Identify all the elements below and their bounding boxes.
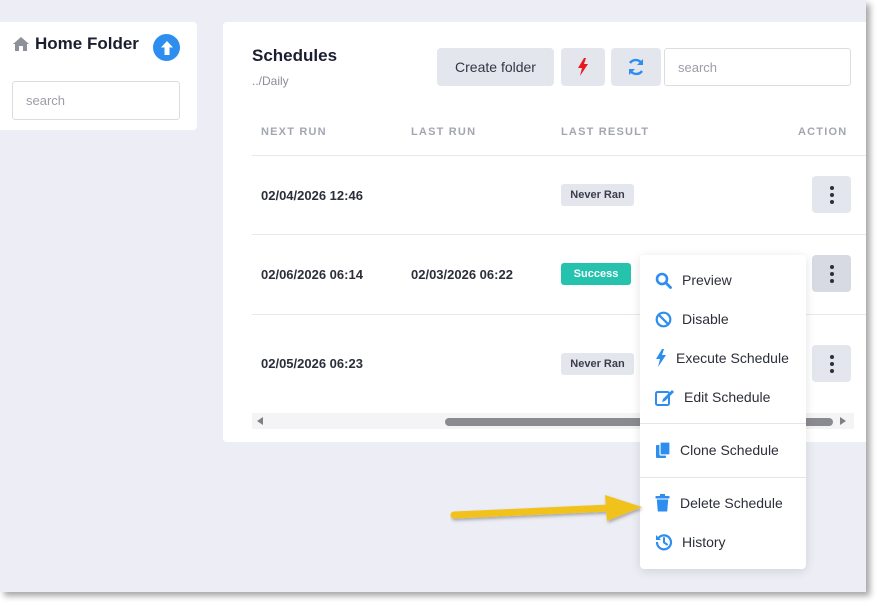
kebab-dot — [829, 354, 834, 359]
row-actions-menu: Preview Disable Execute Schedule Edit Sc… — [640, 255, 806, 569]
bolt-icon — [578, 58, 588, 76]
menu-item-label: Disable — [682, 311, 729, 327]
last-run-cell: 02/03/2026 06:22 — [411, 267, 513, 282]
create-folder-button[interactable]: Create folder — [437, 48, 554, 86]
menu-item-label: Edit Schedule — [684, 389, 771, 405]
menu-item-delete-schedule[interactable]: Delete Schedule — [640, 488, 806, 518]
header-divider — [252, 155, 866, 156]
refresh-icon — [628, 58, 644, 76]
next-run-cell: 02/06/2026 06:14 — [261, 267, 363, 282]
folder-title: Home Folder — [12, 34, 139, 54]
kebab-dot — [829, 192, 834, 197]
row-actions-button[interactable] — [812, 255, 851, 292]
home-icon — [13, 37, 29, 51]
page-title: Schedules — [252, 46, 338, 65]
column-header-last-run[interactable]: LAST RUN — [411, 126, 476, 138]
kebab-dot — [829, 361, 834, 366]
kebab-dot — [829, 271, 834, 276]
bolt-icon — [656, 349, 666, 367]
arrow-up-icon — [160, 40, 173, 55]
menu-item-label: History — [682, 534, 726, 550]
menu-item-label: Delete Schedule — [680, 495, 783, 511]
kebab-dot — [829, 199, 834, 204]
kebab-dot — [829, 368, 834, 373]
menu-item-preview[interactable]: Preview — [640, 265, 806, 295]
menu-item-disable[interactable]: Disable — [640, 304, 806, 334]
menu-item-label: Clone Schedule — [680, 442, 779, 458]
menu-item-label: Preview — [682, 272, 732, 288]
folder-panel: Home Folder — [0, 22, 197, 130]
next-run-cell: 02/05/2026 06:23 — [261, 356, 363, 371]
copy-icon — [656, 441, 671, 458]
menu-item-label: Execute Schedule — [676, 350, 789, 366]
menu-item-execute-schedule[interactable]: Execute Schedule — [640, 343, 806, 373]
scroll-left-icon[interactable] — [257, 417, 263, 425]
refresh-button[interactable] — [611, 48, 661, 86]
history-icon — [655, 534, 673, 551]
folder-search-input[interactable] — [12, 81, 180, 120]
column-header-next-run[interactable]: NEXT RUN — [261, 126, 327, 138]
kebab-dot — [829, 185, 834, 190]
status-badge: Success — [561, 263, 631, 285]
menu-divider — [640, 423, 806, 424]
row-divider — [252, 234, 866, 235]
search-icon — [655, 272, 672, 289]
menu-item-history[interactable]: History — [640, 527, 806, 557]
menu-divider — [640, 477, 806, 478]
row-actions-button[interactable] — [812, 345, 851, 382]
row-actions-button[interactable] — [812, 176, 851, 213]
column-header-action: ACTION — [798, 126, 848, 138]
scroll-right-icon[interactable] — [840, 417, 846, 425]
breadcrumb[interactable]: ../Daily — [252, 74, 289, 88]
schedule-search-input[interactable] — [664, 48, 851, 86]
execute-button[interactable] — [561, 48, 605, 86]
status-badge: Never Ran — [561, 353, 634, 375]
annotation-arrow-icon — [450, 495, 642, 521]
app-frame: Home Folder Schedules ../Daily Create fo… — [0, 0, 866, 592]
menu-item-clone-schedule[interactable]: Clone Schedule — [640, 435, 806, 465]
trash-icon — [655, 494, 670, 512]
menu-item-edit-schedule[interactable]: Edit Schedule — [640, 382, 806, 412]
up-folder-button[interactable] — [153, 34, 180, 61]
next-run-cell: 02/04/2026 12:46 — [261, 188, 363, 203]
edit-icon — [655, 390, 674, 406]
ban-icon — [655, 311, 672, 327]
folder-title-text: Home Folder — [35, 34, 139, 53]
column-header-last-result[interactable]: LAST RESULT — [561, 126, 649, 138]
kebab-dot — [829, 264, 834, 269]
status-badge: Never Ran — [561, 184, 634, 206]
kebab-dot — [829, 278, 834, 283]
